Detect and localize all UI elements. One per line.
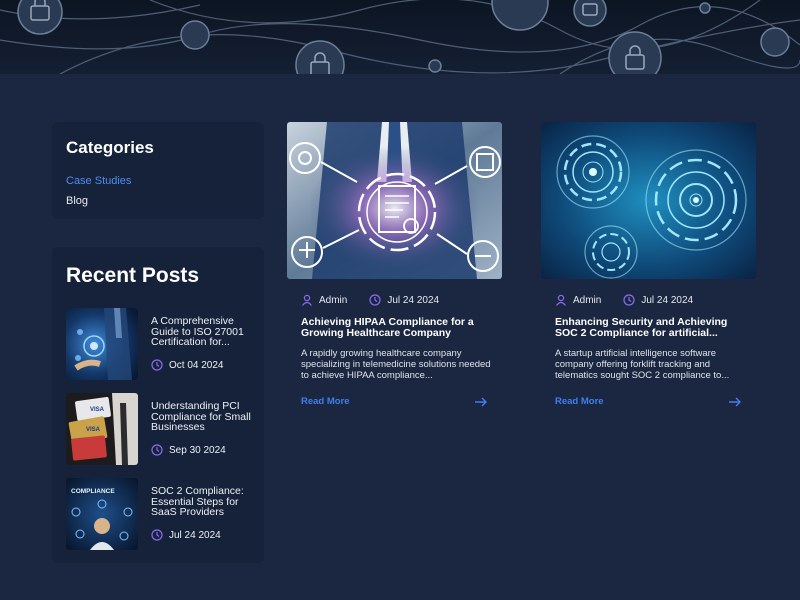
recent-post-item[interactable]: VISA VISA Understanding PCI Compliance f… <box>66 393 252 465</box>
recent-post-date-text: Jul 24 2024 <box>169 529 221 541</box>
recent-post-item[interactable]: COMPLIANCE SOC 2 Compliance: Essential S… <box>66 478 252 550</box>
categories-heading: Categories <box>66 138 154 157</box>
article-excerpt: A rapidly growing healthcare company spe… <box>301 348 491 381</box>
user-icon <box>556 294 566 306</box>
read-more-link[interactable]: Read More <box>301 396 350 407</box>
article-card[interactable]: Admin Jul 24 2024 Achieving HIPAA Compli… <box>287 122 502 422</box>
recent-post-title[interactable]: A Comprehensive Guide to ISO 27001 Certi… <box>151 316 253 348</box>
article-author[interactable]: Admin <box>573 295 601 306</box>
user-icon <box>302 294 312 306</box>
article-image-hipaa[interactable] <box>287 122 502 279</box>
article-title[interactable]: Enhancing Security and Achieving SOC 2 C… <box>555 317 750 339</box>
article-title[interactable]: Achieving HIPAA Compliance for a Growing… <box>301 317 496 339</box>
clock-icon <box>151 444 163 456</box>
article-image-soc2[interactable] <box>541 122 756 279</box>
article-excerpt: A startup artificial intelligence softwa… <box>555 348 730 381</box>
recent-post-item[interactable]: A Comprehensive Guide to ISO 27001 Certi… <box>66 308 252 380</box>
recent-post-thumbnail-pci[interactable]: VISA VISA <box>66 393 138 465</box>
article-date: Jul 24 2024 <box>387 294 440 306</box>
article-date: Jul 24 2024 <box>641 294 694 306</box>
clock-icon <box>151 529 163 541</box>
categories-widget: Categories Case Studies Blog <box>52 122 264 219</box>
visa-logo-2: VISA <box>86 427 101 433</box>
category-link-blog[interactable]: Blog <box>66 195 88 207</box>
article-card[interactable]: Admin Jul 24 2024 Enhancing Security and… <box>541 122 756 422</box>
visa-logo-1: VISA <box>90 407 105 413</box>
hero-banner <box>0 0 800 74</box>
read-more-link[interactable]: Read More <box>555 396 604 407</box>
recent-post-date: Sep 30 2024 <box>151 444 226 456</box>
recent-post-date: Jul 24 2024 <box>151 529 221 541</box>
recent-post-title[interactable]: SOC 2 Compliance: Essential Steps for Sa… <box>151 486 253 518</box>
clock-icon <box>623 294 635 306</box>
network-lock-pattern <box>0 0 800 74</box>
recent-post-title[interactable]: Understanding PCI Compliance for Small B… <box>151 401 253 433</box>
recent-post-date-text: Sep 30 2024 <box>169 444 226 456</box>
clock-icon <box>369 294 381 306</box>
recent-post-date-text: Oct 04 2024 <box>169 359 224 371</box>
recent-post-thumbnail-iso[interactable] <box>66 308 138 380</box>
compliance-text-graphic: COMPLIANCE <box>71 488 115 495</box>
arrow-right-icon[interactable] <box>728 396 742 408</box>
article-meta: Admin Jul 24 2024 <box>301 294 461 306</box>
clock-icon <box>151 359 163 371</box>
recent-posts-heading: Recent Posts <box>66 264 200 287</box>
recent-post-date: Oct 04 2024 <box>151 359 223 371</box>
recent-posts-widget: Recent Posts A Comprehensive Guide to IS… <box>52 247 264 563</box>
arrow-right-icon[interactable] <box>474 396 488 408</box>
category-link-case-studies[interactable]: Case Studies <box>66 175 131 187</box>
article-meta: Admin Jul 24 2024 <box>555 294 715 306</box>
recent-post-thumbnail-soc2[interactable]: COMPLIANCE <box>66 478 138 550</box>
article-author[interactable]: Admin <box>319 295 347 306</box>
